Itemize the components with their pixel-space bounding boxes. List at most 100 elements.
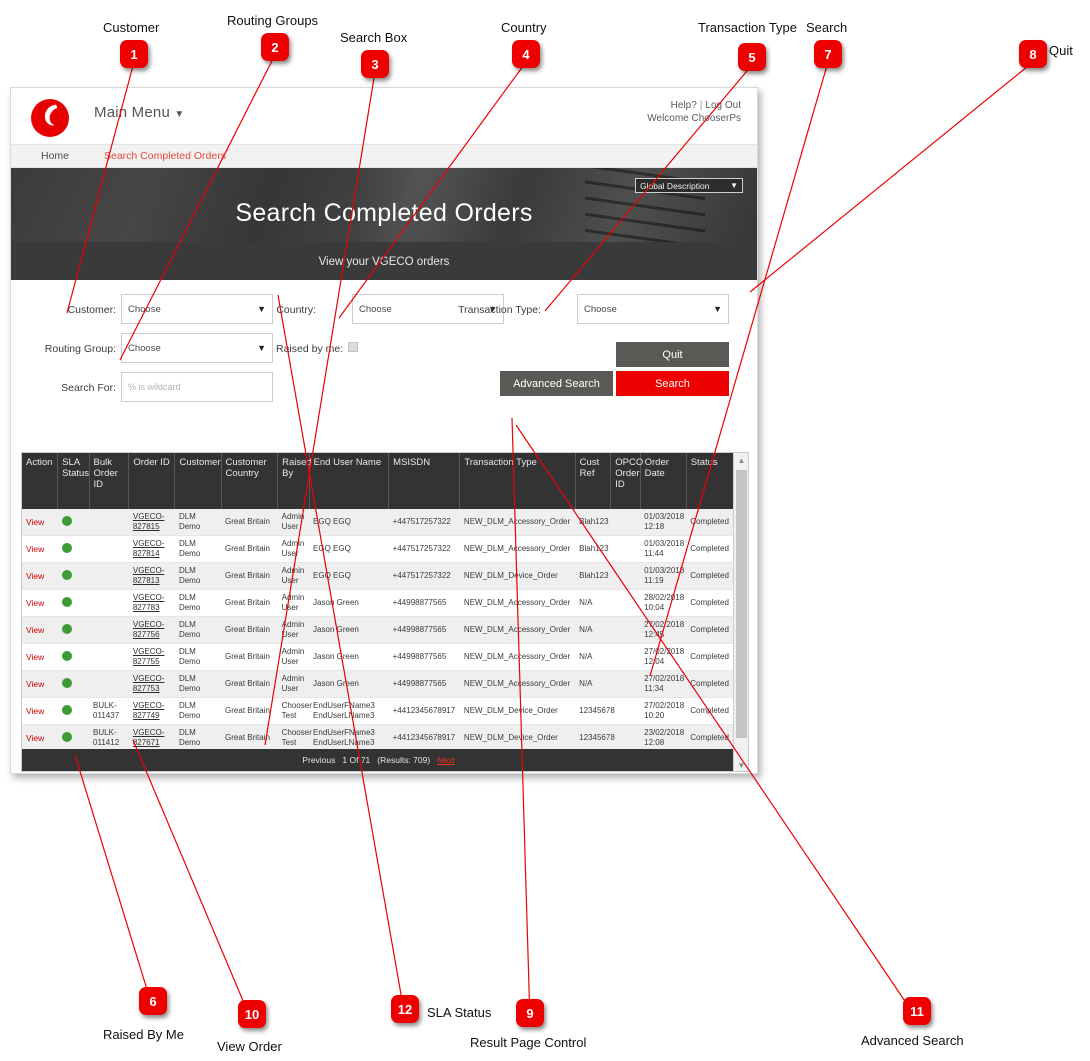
breadcrumb-tick-icon: ◜: [227, 147, 231, 156]
search-for-input[interactable]: % is wildcard: [121, 372, 273, 402]
screenshot-root: Main Menu ▼ Help? | Log Out Welcome Choose…: [0, 0, 1090, 1061]
sla-status-cell: [57, 535, 90, 563]
view-order-link[interactable]: View: [26, 733, 44, 743]
breadcrumb-current[interactable]: Search Completed Orders: [104, 150, 226, 162]
transaction-type-cell: NEW_DLM_Accessory_Order: [459, 509, 576, 536]
scrollbar-thumb[interactable]: [736, 470, 747, 738]
quit-button[interactable]: Quit: [616, 342, 729, 367]
view-order-link[interactable]: View: [26, 625, 44, 635]
column-header[interactable]: Order Date: [640, 453, 687, 509]
bulk-order-id-cell: [89, 562, 129, 590]
table-row[interactable]: View VGECO- 827815 DLM Demo Great Britain Adm…: [22, 509, 735, 536]
main-menu-button[interactable]: Main Menu ▼: [94, 104, 185, 121]
table-row[interactable]: View BULK- 011412 VGECO- 827671 DLM Demo Great…: [22, 724, 735, 752]
callout-label-12: SLA Status: [427, 1005, 492, 1020]
global-description-value: Global Description: [640, 180, 710, 191]
opco-order-id-cell: [610, 616, 641, 644]
help-link[interactable]: Help?: [671, 100, 697, 111]
order-id-link[interactable]: VGECO- 827756: [133, 620, 165, 639]
logout-link[interactable]: Log Out: [705, 100, 741, 111]
end-user-name-cell: EndUserFName3 EndUserLName3: [309, 724, 389, 752]
column-header[interactable]: Customer Country: [221, 453, 279, 509]
view-order-link[interactable]: View: [26, 571, 44, 581]
table-vertical-scrollbar[interactable]: ▲ ▼: [733, 453, 748, 771]
status-cell: Completed: [686, 670, 735, 698]
action-cell: View: [22, 724, 58, 752]
column-header[interactable]: Order ID: [128, 453, 176, 509]
view-order-link[interactable]: View: [26, 517, 44, 527]
order-id-link[interactable]: VGECO- 827749: [133, 701, 165, 720]
table-row[interactable]: View VGECO- 827755 DLM Demo Great Britain Adm…: [22, 643, 735, 671]
sla-status-cell: [57, 643, 90, 671]
scroll-up-icon[interactable]: ▲: [734, 453, 748, 468]
table-row[interactable]: View VGECO- 827813 DLM Demo Great Britain Adm…: [22, 562, 735, 590]
bulk-order-id-cell: BULK- 011412: [89, 724, 129, 752]
view-order-link[interactable]: View: [26, 652, 44, 662]
previous-page-link[interactable]: Previous: [302, 755, 335, 765]
order-date-cell: 27/02/2018 12:45: [640, 616, 687, 644]
table-row[interactable]: View VGECO- 827814 DLM Demo Great Britain Adm…: [22, 535, 735, 563]
column-header[interactable]: SLA Status: [57, 453, 90, 509]
transaction-type-select[interactable]: Choose ▼: [577, 294, 729, 324]
column-header[interactable]: Bulk Order ID: [89, 453, 130, 509]
cust-ref-cell: Blah123: [575, 562, 611, 590]
order-id-link[interactable]: VGECO- 827755: [133, 647, 165, 666]
cust-ref-cell: 12345678: [575, 697, 615, 725]
view-order-link[interactable]: View: [26, 598, 44, 608]
view-order-link[interactable]: View: [26, 679, 44, 689]
column-header[interactable]: Status: [686, 453, 736, 509]
order-id-link[interactable]: VGECO- 827783: [133, 593, 165, 612]
msisdn-cell: +44998877565: [388, 670, 460, 698]
view-order-link[interactable]: View: [26, 544, 44, 554]
sla-status-cell: [57, 589, 90, 617]
column-header[interactable]: Customer: [174, 453, 222, 509]
next-page-link[interactable]: Next: [437, 755, 454, 765]
country-label: Country:: [276, 304, 316, 316]
sla-status-indicator-icon: [61, 623, 72, 634]
order-id-link[interactable]: VGECO- 827813: [133, 566, 165, 585]
global-description-select[interactable]: Global Description ▼: [635, 178, 743, 193]
view-order-link[interactable]: View: [26, 706, 44, 716]
order-date-cell: 27/02/2018 12:04: [640, 643, 687, 671]
order-id-link[interactable]: VGECO- 827671: [133, 728, 165, 747]
order-id-link[interactable]: VGECO- 827815: [133, 512, 165, 531]
sla-status-cell: [57, 697, 90, 725]
raised-by-me-checkbox[interactable]: [348, 342, 358, 352]
column-header[interactable]: Cust Ref: [575, 453, 612, 509]
column-header[interactable]: OPCO Order ID: [610, 453, 643, 509]
order-id-link[interactable]: VGECO- 827753: [133, 674, 165, 693]
results-table-container: Action SLA Status Bulk Order ID Order ID Cus…: [21, 452, 749, 772]
column-header[interactable]: MSISDN: [388, 453, 461, 509]
status-cell: Completed: [686, 535, 735, 563]
order-id-cell: VGECO- 827755: [128, 643, 175, 671]
column-header[interactable]: Raised By: [277, 453, 312, 509]
table-row[interactable]: View VGECO- 827783 DLM Demo Great Britain Adm…: [22, 589, 735, 617]
scroll-down-icon[interactable]: ▼: [734, 758, 748, 771]
search-button[interactable]: Search: [616, 371, 729, 396]
cust-ref-cell: N/A: [575, 589, 611, 617]
column-header[interactable]: End User Name: [309, 453, 390, 509]
table-row[interactable]: View VGECO- 827756 DLM Demo Great Britain Adm…: [22, 616, 735, 644]
callout-marker-1: 1: [120, 40, 148, 68]
raised-by-cell: AdminUser: [277, 616, 310, 644]
table-row[interactable]: View VGECO- 827753 DLM Demo Great Britain Adm…: [22, 670, 735, 698]
raised-by-cell: AdminUser: [277, 509, 310, 536]
callout-marker-11: 11: [903, 997, 931, 1025]
table-row[interactable]: View BULK- 011437 VGECO- 827749 DLM Demo Great…: [22, 697, 735, 725]
bulk-order-id-cell: BULK- 011437: [89, 697, 129, 725]
sla-status-cell: [57, 616, 90, 644]
routing-group-select[interactable]: Choose ▼: [121, 333, 273, 363]
transaction-type-cell: NEW_DLM_Device_Order: [459, 724, 576, 752]
advanced-search-button[interactable]: Advanced Search: [500, 371, 613, 396]
order-id-link[interactable]: VGECO- 827814: [133, 539, 165, 558]
breadcrumb-home[interactable]: Home: [41, 150, 69, 162]
customer-cell: DLM Demo: [174, 589, 222, 617]
column-header[interactable]: Transaction Type: [459, 453, 576, 509]
callout-marker-8: 8: [1019, 40, 1047, 68]
callout-marker-5: 5: [738, 43, 766, 71]
country-value: Choose: [359, 303, 392, 315]
column-header[interactable]: Action: [22, 453, 59, 509]
sla-status-indicator-icon: [61, 677, 72, 688]
cust-ref-cell: Blah123: [575, 509, 611, 536]
sla-status-cell: [57, 509, 90, 536]
